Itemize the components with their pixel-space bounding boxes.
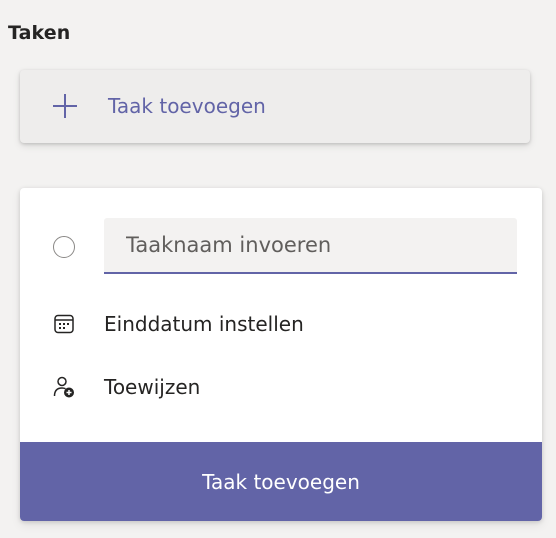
plus-icon <box>53 94 77 118</box>
new-task-panel: Einddatum instellen Toewijzen Taak toevo… <box>20 188 542 521</box>
due-date-label: Einddatum instellen <box>104 312 304 336</box>
calendar-icon <box>53 313 75 335</box>
add-task-card[interactable]: Taak toevoegen <box>20 70 530 143</box>
section-title: Taken <box>8 22 71 44</box>
person-add-icon <box>53 376 75 398</box>
task-name-input[interactable] <box>104 218 517 274</box>
circle-radio-icon[interactable] <box>53 236 75 258</box>
add-task-label: Taak toevoegen <box>108 94 266 118</box>
set-due-date-button[interactable]: Einddatum instellen <box>53 309 304 339</box>
assign-label: Toewijzen <box>104 375 201 399</box>
assign-button[interactable]: Toewijzen <box>53 372 200 402</box>
add-task-submit-button[interactable]: Taak toevoegen <box>20 442 542 521</box>
